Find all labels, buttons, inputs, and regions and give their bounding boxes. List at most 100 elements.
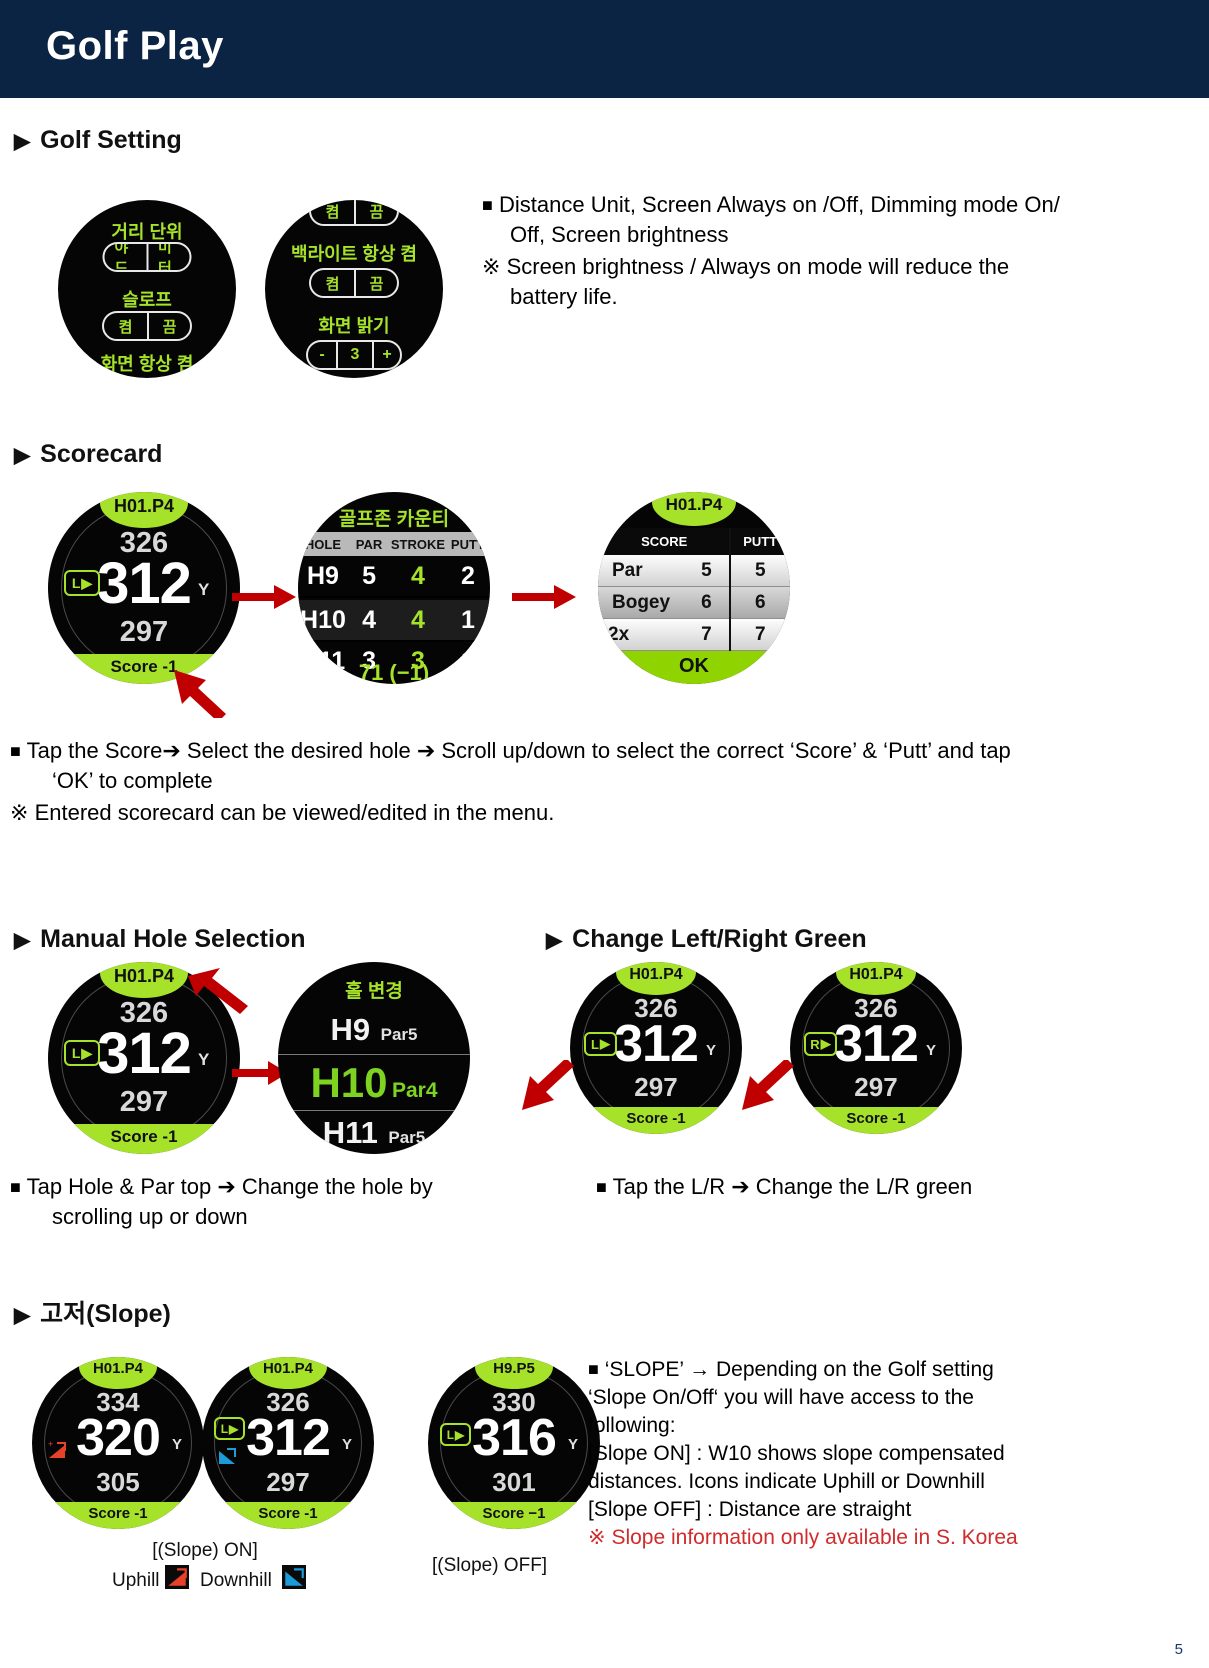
segment-slope-off[interactable]: 끔	[147, 313, 190, 339]
downhill-legend-icon	[282, 1565, 306, 1589]
cell-score: 7	[701, 624, 712, 645]
flag-icon: ▶	[229, 1421, 239, 1436]
green-side-letter: L	[591, 1036, 599, 1052]
reference-mark-icon: ※	[10, 800, 29, 825]
setting-label-backlight-always-on: 백라이트 항상 켬	[291, 244, 417, 264]
column-header-stroke: STROKE	[390, 536, 446, 552]
cell-putt: 2	[460, 561, 475, 590]
column-header-hole: HOLE	[304, 536, 342, 552]
triangle-bullet-icon: ▶	[14, 929, 31, 952]
cell-label: Par	[612, 560, 643, 581]
watch-score-putt-picker: H01.P4 SCORE PUTT Par 5 5 Bogey 6 6 2x B…	[598, 492, 790, 684]
distance-unit-label: Y	[342, 1436, 353, 1453]
manual-hole-note: ■ Tap Hole & Par top ➔ Change the hole b…	[10, 1174, 433, 1229]
segment-backlight-off[interactable]: 끔	[354, 270, 397, 296]
setting-label-screen-always-on: 화면 항상 켬	[100, 354, 194, 374]
left-right-green-chip[interactable]: L ▶	[64, 570, 100, 596]
segment-top-off[interactable]: 끔	[354, 200, 397, 224]
segmented-top-partial[interactable]: 켬 끔	[309, 200, 399, 226]
score-bar[interactable]: Score -1	[48, 1124, 240, 1154]
segmented-slope[interactable]: 켬 끔	[102, 311, 192, 341]
distance-unit-label: Y	[172, 1436, 183, 1453]
cell-par: 4	[362, 605, 376, 634]
watch-left-green: H01.P4 326 312 Y 297 L ▶ Score -1	[570, 962, 742, 1134]
cell-stroke: 4	[411, 561, 425, 590]
caption-slope-on: [(Slope) ON]	[152, 1540, 258, 1561]
stepper-screen-brightness[interactable]: - 3 +	[306, 340, 402, 370]
flow-arrow-icon	[232, 585, 296, 609]
header-kicker: 누르면	[30, 1, 77, 20]
scorecard-instruction: ■ Tap the Score➔ Select the desired hole…	[10, 738, 1011, 793]
callout-arrow-icon	[522, 1060, 574, 1110]
slope-description: ■ ‘SLOPE’ → Depending on the Golf settin…	[588, 1358, 1018, 1549]
triangle-bullet-icon: ▶	[546, 929, 563, 952]
scorecard-column-headers: HOLE PAR STROKE PUTT	[298, 532, 490, 556]
hole-option-row[interactable]: H9 Par5	[278, 1006, 470, 1054]
page-title: Golf Play	[46, 24, 224, 68]
hole-badge[interactable]: H01.P4	[100, 492, 188, 528]
column-header-putt: PUTT	[450, 536, 485, 552]
cell-label: 2x Bogey	[608, 624, 666, 677]
segment-backlight-on[interactable]: 켬	[311, 270, 354, 296]
distance-front: 305	[96, 1467, 140, 1497]
table-row[interactable]: H9 5 4 2	[298, 556, 490, 598]
setting-label-screen-brightness: 화면 밝기	[318, 316, 390, 336]
segment-slope-on[interactable]: 켬	[104, 313, 147, 339]
picker-row[interactable]: Bogey 6 6	[598, 587, 790, 619]
hole-badge[interactable]: H01.P4	[100, 962, 188, 998]
flag-icon: ▶	[81, 1044, 93, 1061]
picker-column-divider	[729, 528, 731, 651]
segmented-backlight[interactable]: 켬 끔	[309, 268, 399, 298]
green-side-letter: L	[220, 1421, 229, 1436]
flow-arrow-icon	[512, 585, 576, 609]
brightness-plus-button[interactable]: +	[372, 342, 400, 368]
distance-front: 297	[266, 1467, 310, 1497]
ok-button[interactable]: OK	[598, 651, 790, 684]
cell-putt: 1	[460, 605, 475, 634]
picker-column-headers: SCORE PUTT	[598, 528, 790, 555]
picker-row[interactable]: Par 5 5	[598, 555, 790, 587]
scorecard-total: 71 (−1)	[358, 660, 430, 684]
cell-hole: H9	[306, 561, 339, 590]
watch-slope-off: H9.P5 330 316 Y 301 L ▶ Score −1	[428, 1357, 600, 1529]
left-right-green-chip[interactable]: R ▶	[804, 1032, 837, 1056]
brightness-value: 3	[336, 342, 372, 368]
hole-option-par: Par5	[388, 1128, 426, 1147]
picker-row[interactable]: 2x Bogey 7 7	[598, 619, 790, 677]
hole-option-label: H9	[330, 1012, 371, 1047]
segmented-distance-unit[interactable]: 야드 미터	[102, 242, 192, 272]
setting-label-distance-unit: 거리 단위	[111, 222, 183, 242]
green-side-letter: L	[71, 575, 81, 591]
watch-hole-change: 홀 변경 H9 Par5 H10 Par4 H11 Par5	[278, 962, 470, 1154]
left-right-green-chip[interactable]: L ▶	[64, 1040, 100, 1066]
hole-option-row-selected[interactable]: H10 Par4	[278, 1054, 470, 1110]
watch-scorecard-distance: H01.P4 326 312 Y 297 L ▶ Score -1	[48, 492, 240, 684]
score-bar: Score -1	[790, 1107, 962, 1134]
watch-golf-setting-1: 거리 단위 야드 미터 슬로프 켬 끔 화면 항상 켬	[58, 200, 236, 378]
score-bar: Score -1	[32, 1502, 204, 1529]
segment-yard[interactable]: 야드	[105, 244, 147, 270]
distance-unit-label: Y	[198, 580, 210, 599]
cell-putt: 5	[754, 560, 766, 581]
segment-top-on[interactable]: 켬	[311, 200, 354, 224]
lr-green-note: ■ Tap the L/R ➔ Change the L/R green	[596, 1174, 973, 1199]
hole-option-row[interactable]: H11 Par5	[278, 1110, 470, 1154]
callout-arrow-icon	[188, 968, 248, 1014]
distance-front: 297	[119, 1086, 169, 1118]
square-bullet-icon: ■	[588, 1359, 599, 1379]
callout-arrow-icon	[174, 670, 226, 718]
hole-badge: H01.P4	[616, 962, 696, 995]
cell-putt: 7	[754, 624, 766, 645]
cell-putt: 6	[754, 592, 766, 613]
page-header-right-fill	[1120, 0, 1209, 98]
cell-stroke: 4	[411, 605, 425, 634]
table-row[interactable]: H10 4 4 1	[298, 600, 490, 642]
page-number: 5	[1174, 1641, 1183, 1658]
hole-badge: H01.P4	[79, 1357, 157, 1389]
watch-right-green: H01.P4 326 312 Y 297 R ▶ Score -1	[790, 962, 962, 1134]
segment-meter[interactable]: 미터	[146, 244, 190, 270]
brightness-minus-button[interactable]: -	[308, 342, 336, 368]
flag-icon: ▶	[599, 1036, 610, 1051]
watch-scorecard-list: 골프존 카운티 HOLE PAR STROKE PUTT H9 5 4 2 H1…	[298, 492, 490, 684]
left-right-green-chip[interactable]: L ▶	[584, 1032, 617, 1056]
